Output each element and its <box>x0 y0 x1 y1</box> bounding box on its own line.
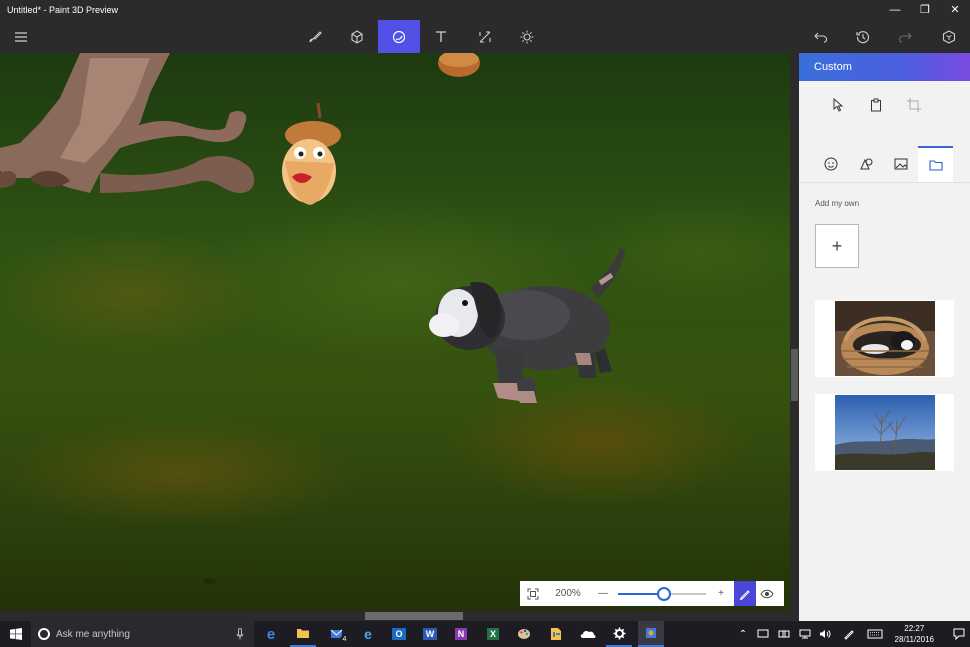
fit-to-screen-icon[interactable] <box>520 581 546 606</box>
zoom-knob[interactable] <box>657 587 671 601</box>
sticker-face-icon[interactable] <box>813 146 848 182</box>
mail-icon[interactable]: 4 <box>325 621 351 647</box>
acorn-face-3d-object[interactable] <box>282 103 341 205</box>
tray-link-icon[interactable] <box>776 621 792 647</box>
3d-object-icon[interactable] <box>336 20 378 53</box>
hamburger-icon[interactable] <box>0 20 42 53</box>
panel-title: Custom <box>799 53 970 81</box>
tray-display-icon[interactable] <box>797 621 813 647</box>
drawing-canvas[interactable] <box>0 53 790 611</box>
clock-date: 28/11/2016 <box>895 634 934 645</box>
settings-icon[interactable] <box>606 621 632 647</box>
zoom-control: 200% — + <box>520 581 784 606</box>
horizontal-scroll-thumb[interactable] <box>365 612 463 620</box>
winter-landscape-photo[interactable] <box>815 394 954 471</box>
remix3d-icon[interactable] <box>928 20 970 53</box>
file-manager-icon[interactable] <box>543 621 569 647</box>
maximize-button[interactable]: ❐ <box>910 0 940 20</box>
clock-time: 22:27 <box>895 623 934 634</box>
folder-icon[interactable] <box>918 146 953 182</box>
vertical-scroll-thumb[interactable] <box>791 349 798 401</box>
driftwood-3d-object[interactable] <box>0 53 254 193</box>
tray-keyboard-icon[interactable] <box>864 621 886 647</box>
excel-icon[interactable]: X <box>480 621 506 647</box>
internet-explorer-icon[interactable]: e <box>355 621 381 647</box>
panel-divider <box>799 182 970 183</box>
zoom-slider[interactable] <box>616 581 708 606</box>
edit-mode-icon[interactable] <box>734 581 756 606</box>
window-title: Untitled* - Paint 3D Preview <box>0 5 118 15</box>
select-icon[interactable] <box>819 90 857 120</box>
word-icon[interactable]: W <box>417 621 443 647</box>
dog-3d-object[interactable] <box>429 248 625 403</box>
paste-icon[interactable] <box>857 90 895 120</box>
onenote-icon[interactable]: N <box>448 621 474 647</box>
close-button[interactable]: ✕ <box>940 0 970 20</box>
zoom-value: 200% <box>546 588 590 599</box>
tray-volume-icon[interactable] <box>817 621 833 647</box>
main-toolbar <box>0 20 970 53</box>
acorn-3d-object[interactable] <box>438 53 480 77</box>
redo-icon[interactable] <box>884 20 926 53</box>
sticker-icon[interactable] <box>378 20 420 53</box>
crop-icon[interactable] <box>895 90 933 120</box>
brush-icon[interactable] <box>294 20 336 53</box>
view-mode-icon[interactable] <box>756 581 778 606</box>
taskbar-clock[interactable]: 22:27 28/11/2016 <box>895 623 934 645</box>
edge-browser-icon[interactable]: e <box>258 621 284 647</box>
effects-icon[interactable] <box>506 20 548 53</box>
title-bar: Untitled* - Paint 3D Preview — ❐ ✕ <box>0 0 970 20</box>
tray-network-drive-icon[interactable] <box>755 621 771 647</box>
zoom-in-button[interactable]: + <box>708 581 734 606</box>
history-icon[interactable] <box>842 20 884 53</box>
paint3d-window: Untitled* - Paint 3D Preview — ❐ ✕ <box>0 0 970 647</box>
add-my-own-label: Add my own <box>815 199 859 208</box>
horizontal-scrollbar[interactable] <box>0 611 799 621</box>
cortana-search-box[interactable]: Ask me anything <box>31 621 254 647</box>
canvas-icon[interactable] <box>464 20 506 53</box>
stickers-panel: Custom Add <box>799 53 970 621</box>
undo-icon[interactable] <box>800 20 842 53</box>
add-sticker-button[interactable]: + <box>815 224 859 268</box>
tray-chevron-icon[interactable]: ⌃ <box>735 621 751 647</box>
paint-palette-icon[interactable] <box>511 621 537 647</box>
zoom-out-button[interactable]: — <box>590 581 616 606</box>
panel-tools <box>799 81 970 128</box>
paint3d-taskbar-icon[interactable] <box>638 621 664 647</box>
vertical-scrollbar[interactable] <box>790 53 799 611</box>
search-placeholder: Ask me anything <box>56 629 130 640</box>
cortana-icon <box>38 628 50 640</box>
cat-in-basket-photo[interactable] <box>815 300 954 377</box>
text-icon[interactable] <box>420 20 462 53</box>
windows-taskbar: Ask me anything e 4 e O W N X <box>0 621 970 647</box>
action-center-icon[interactable] <box>950 621 968 647</box>
shapes-icon[interactable] <box>848 146 883 182</box>
minimize-button[interactable]: — <box>880 0 910 20</box>
file-explorer-icon[interactable] <box>290 621 316 647</box>
outlook-icon[interactable]: O <box>386 621 412 647</box>
tray-pen-icon[interactable] <box>840 621 858 647</box>
sticker-tabs <box>813 146 954 182</box>
onedrive-icon[interactable] <box>575 621 601 647</box>
windows-start-icon[interactable] <box>0 621 31 647</box>
mail-badge: 4 <box>340 635 349 644</box>
image-icon[interactable] <box>883 146 918 182</box>
microphone-icon[interactable] <box>236 628 244 643</box>
